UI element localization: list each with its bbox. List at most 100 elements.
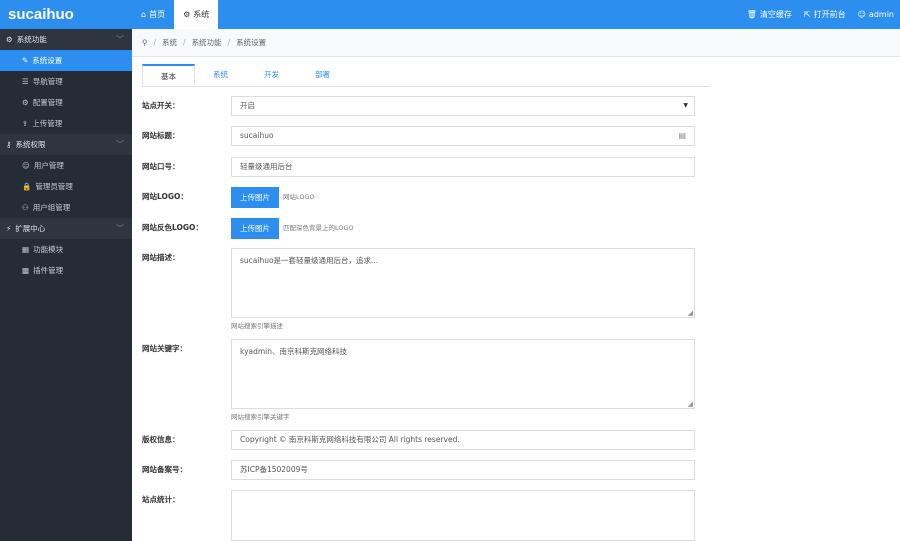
tab-home-label: 首页 <box>149 10 166 19</box>
tab-home[interactable]: ⌂ 首页 <box>132 0 174 29</box>
tab-deploy[interactable]: 部署 <box>297 64 348 86</box>
description-label: 网站描述： <box>142 253 180 262</box>
sidebar-item-usergroup-management[interactable]: ⚇ 用户组管理 <box>0 197 132 218</box>
description-row: 网站描述： sucaihuo是一套轻量级通用后台，追求... ◢ <box>142 248 695 318</box>
site-title-label: 网站标题： <box>142 131 180 140</box>
keywords-row: 网站关键字： kyadmin、南京科斯克网络科技 ◢ <box>142 339 695 409</box>
icp-row: 网站备案号： 苏ICP备1502009号 <box>142 460 695 480</box>
group-label: 扩展中心 <box>15 224 46 233</box>
tab-system[interactable]: ⚙ 系统 <box>174 0 219 29</box>
keywords-value: kyadmin、南京科斯克网络科技 <box>240 347 348 356</box>
site-title-value: sucaihuo <box>240 131 274 140</box>
description-value: sucaihuo是一套轻量级通用后台，追求... <box>240 256 379 265</box>
sidebar-group-system-functions[interactable]: ⚙ 系统功能 ﹀ <box>0 29 132 50</box>
keywords-textarea[interactable]: kyadmin、南京科斯克网络科技 ◢ <box>231 339 695 409</box>
logo-hint: 网站LOGO <box>283 193 315 201</box>
user-icon: ☺ <box>857 10 866 19</box>
sidebar-item-system-settings[interactable]: ✎ 系统设置 <box>0 50 132 71</box>
user-menu[interactable]: ☺ admin <box>852 10 900 19</box>
copyright-row: 版权信息： Copyright © 南京科斯克网络科技有限公司 All righ… <box>142 430 695 450</box>
sidebar-group-extensions[interactable]: ⚡ 扩展中心 ﹀ <box>0 218 132 239</box>
cogs-icon: ⚙ <box>22 98 29 107</box>
lock-icon: 🔒 <box>22 182 32 191</box>
settings-tabs: 基本 系统 开发 部署 <box>142 64 710 87</box>
chevron-down-icon: ﹀ <box>116 224 124 233</box>
site-switch-value: 开启 <box>240 101 255 110</box>
logo-row: 网站LOGO： 上传图片 网站LOGO <box>142 187 315 208</box>
site-slogan-label: 网站口号： <box>142 162 180 171</box>
chevron-down-icon: ﹀ <box>116 35 124 44</box>
sidebar-item-label: 用户管理 <box>33 161 64 170</box>
site-switch-row: 站点开关： 开启 ▼ <box>142 96 695 116</box>
site-slogan-input[interactable]: 轻量级通用后台 <box>231 157 695 177</box>
open-frontend-label: 打开前台 <box>813 10 846 19</box>
upload-logo-button[interactable]: 上传图片 <box>231 187 279 208</box>
tab-development[interactable]: 开发 <box>246 64 297 86</box>
top-nav: ⌂ 首页 ⚙ 系统 <box>132 0 219 29</box>
wrench-icon: ✎ <box>22 56 29 65</box>
site-switch-select[interactable]: 开启 ▼ <box>231 96 695 116</box>
group-label: 系统权限 <box>15 140 46 149</box>
keywords-label: 网站关键字： <box>142 344 187 353</box>
copyright-label: 版权信息： <box>142 435 180 444</box>
users-icon: ⚇ <box>22 203 29 212</box>
sidebar-item-label: 管理员管理 <box>35 182 73 191</box>
brand-logo[interactable]: sucaihuo <box>0 0 132 29</box>
clear-cache-label: 清空缓存 <box>759 10 792 19</box>
sidebar-item-config-management[interactable]: ⚙ 配置管理 <box>0 92 132 113</box>
upload-icon: ⇪ <box>22 119 29 128</box>
sidebar-item-upload-management[interactable]: ⇪ 上传管理 <box>0 113 132 134</box>
resize-grip-icon[interactable]: ◢ <box>688 309 693 317</box>
site-switch-label: 站点开关： <box>142 101 180 110</box>
tab-system-settings[interactable]: 系统 <box>195 64 246 86</box>
sidebar-item-label: 系统设置 <box>32 56 63 65</box>
sidebar-item-nav-management[interactable]: ☰ 导航管理 <box>0 71 132 92</box>
icp-value: 苏ICP备1502009号 <box>240 465 308 474</box>
trash-icon: 🗑 <box>746 10 757 19</box>
list-icon: ☰ <box>22 77 29 86</box>
stats-textarea[interactable] <box>231 490 695 541</box>
contact-card-icon: ▤ <box>678 131 686 140</box>
home-icon: ⌂ <box>141 10 147 19</box>
logo-inverse-hint: 匹配深色背景上的LOGO <box>283 224 354 232</box>
sidebar-item-plugins[interactable]: ▩ 插件管理 <box>0 260 132 281</box>
group-label: 系统功能 <box>16 35 47 44</box>
breadcrumb-item[interactable]: 系统 <box>162 29 177 57</box>
caret-down-icon: ▼ <box>683 102 688 109</box>
logo-inverse-row: 网站反色LOGO： 上传图片 匹配深色背景上的LOGO <box>142 218 354 239</box>
chevron-down-icon: ﹀ <box>116 140 124 149</box>
site-slogan-value: 轻量级通用后台 <box>240 162 293 171</box>
sidebar-item-label: 配置管理 <box>32 98 63 107</box>
open-frontend-button[interactable]: ⇱ 打开前台 <box>798 9 852 20</box>
tab-basic[interactable]: 基本 <box>142 64 195 86</box>
sidebar-item-label: 上传管理 <box>32 119 63 128</box>
sidebar-item-modules[interactable]: ▦ 功能模块 <box>0 239 132 260</box>
description-textarea[interactable]: sucaihuo是一套轻量级通用后台，追求... ◢ <box>231 248 695 318</box>
logo-inverse-label: 网站反色LOGO： <box>142 223 203 232</box>
site-title-input[interactable]: sucaihuo ▤ <box>231 126 695 146</box>
sidebar-item-label: 插件管理 <box>33 266 64 275</box>
copyright-value: Copyright © 南京科斯克网络科技有限公司 All rights res… <box>240 435 460 444</box>
breadcrumb-item[interactable]: 系统功能 <box>192 29 222 57</box>
sidebar-item-admin-management[interactable]: 🔒 管理员管理 <box>0 176 132 197</box>
sidebar-group-system-permissions[interactable]: ⚷ 系统权限 ﹀ <box>0 134 132 155</box>
icp-label: 网站备案号： <box>142 465 187 474</box>
copyright-input[interactable]: Copyright © 南京科斯克网络科技有限公司 All rights res… <box>231 430 695 450</box>
tab-system-label: 系统 <box>193 10 210 19</box>
key-icon: ⚷ <box>6 140 12 149</box>
sidebar-item-user-management[interactable]: ☺ 用户管理 <box>0 155 132 176</box>
grid-icon: ▦ <box>22 245 30 254</box>
sidebar-item-label: 导航管理 <box>32 77 63 86</box>
resize-grip-icon[interactable]: ◢ <box>688 400 693 408</box>
breadcrumb: ⚲ / 系统 / 系统功能 / 系统设置 <box>132 29 900 57</box>
user-name: admin <box>868 10 894 19</box>
puzzle-icon: ▩ <box>22 266 30 275</box>
sidebar-item-label: 功能模块 <box>33 245 64 254</box>
plug-icon: ⚡ <box>6 224 12 233</box>
icp-input[interactable]: 苏ICP备1502009号 <box>231 460 695 480</box>
upload-logo-inverse-button[interactable]: 上传图片 <box>231 218 279 239</box>
top-bar: sucaihuo ⌂ 首页 ⚙ 系统 🗑 清空缓存 ⇱ 打开前台 ☺ admin <box>0 0 900 29</box>
main-content: ⚲ / 系统 / 系统功能 / 系统设置 基本 系统 开发 部署 站点开关： 开… <box>132 29 900 541</box>
clear-cache-button[interactable]: 🗑 清空缓存 <box>741 9 798 20</box>
sidebar: ⚙ 系统功能 ﹀ ✎ 系统设置 ☰ 导航管理 ⚙ 配置管理 ⇪ 上传管理 ⚷ 系统权限 ﹀ ☺ 用… <box>0 29 132 541</box>
